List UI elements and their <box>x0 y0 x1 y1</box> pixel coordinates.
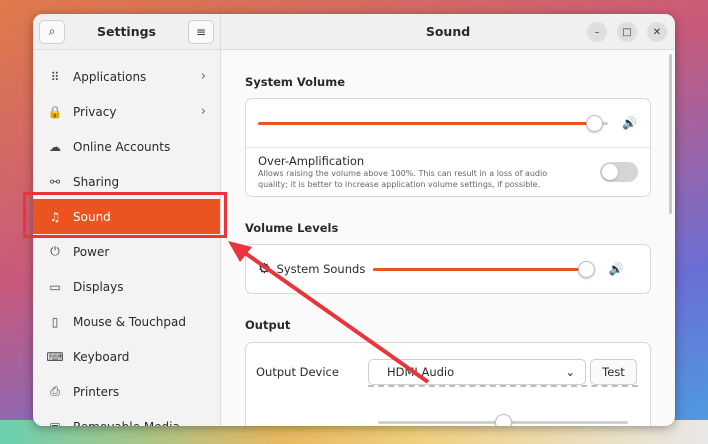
settings-window: ⌕ Settings ≡ ⠿ Applications › 🔒 Privacy › ☁ Onl… <box>33 14 675 426</box>
sound-panel: Sound – □ ✕ System Volume 🔊 Over-Amplifi… <box>221 14 675 426</box>
system-volume-card: 🔊 Over-Amplification Allows raising the … <box>245 98 651 197</box>
sidebar-item-label: Removable Media <box>73 420 180 427</box>
minimize-button[interactable]: – <box>587 22 607 42</box>
output-card: Output Device HDMI Audio ⌄ Test <box>245 342 651 426</box>
printer-icon: ⎙ <box>50 384 60 398</box>
minimize-icon: – <box>594 26 600 38</box>
over-amplification-desc-line2: quality; it is better to increase applic… <box>258 180 541 189</box>
over-amplification-row: Over-Amplification Allows raising the vo… <box>246 148 650 196</box>
system-sounds-row: ⚙ System Sounds 🔊 <box>246 245 650 293</box>
hamburger-menu-icon: ≡ <box>195 24 207 39</box>
sidebar-item-applications[interactable]: ⠿ Applications › <box>33 59 220 94</box>
sidebar-item-label: Online Accounts <box>73 139 171 154</box>
toggle-knob <box>602 164 618 180</box>
sidebar-header: ⌕ Settings ≡ <box>33 14 220 50</box>
media-icon: ▣ <box>45 420 65 427</box>
chevron-down-icon: ⌄ <box>565 365 575 379</box>
close-icon: ✕ <box>652 26 662 38</box>
system-volume-knob[interactable] <box>586 114 603 132</box>
sidebar-nav: ⠿ Applications › 🔒 Privacy › ☁ Online Accounts ⚯… <box>33 50 220 426</box>
sound-settings-body: System Volume 🔊 Over-Amplification Allow… <box>221 75 675 426</box>
share-icon: ⚯ <box>49 174 61 189</box>
dashed-separator <box>368 385 638 387</box>
system-sounds-label: System Sounds <box>276 262 366 276</box>
output-heading: Output <box>245 318 291 332</box>
window-controls: – □ ✕ <box>587 22 667 42</box>
sidebar-item-label: Printers <box>73 384 120 399</box>
sidebar-item-online-accounts[interactable]: ☁ Online Accounts <box>33 129 220 164</box>
grid-icon: ⠿ <box>50 69 60 84</box>
sidebar-item-removable-media[interactable]: ▣ Removable Media <box>33 409 220 427</box>
system-sounds-fill <box>372 267 586 271</box>
sidebar-item-keyboard[interactable]: ⌨ Keyboard <box>33 339 220 374</box>
system-sounds-slider[interactable] <box>372 260 595 278</box>
display-icon: ▭ <box>49 279 61 294</box>
over-amplification-title: Over-Amplification <box>258 154 365 168</box>
menu-button[interactable]: ≡ <box>187 19 214 44</box>
output-device-dropdown[interactable]: HDMI Audio ⌄ <box>368 359 586 385</box>
sidebar: ⌕ Settings ≡ ⠿ Applications › 🔒 Privacy › ☁ Onl… <box>33 14 221 426</box>
output-device-label: Output Device <box>256 365 339 379</box>
system-volume-heading: System Volume <box>245 75 345 89</box>
system-volume-slider[interactable] <box>258 114 608 132</box>
balance-knob[interactable] <box>495 414 512 426</box>
sidebar-item-label: Keyboard <box>73 349 130 364</box>
chevron-right-icon: › <box>200 104 206 119</box>
over-amplification-desc-line1: Allows raising the volume above 100%. Th… <box>258 169 548 178</box>
sidebar-item-sound[interactable]: ♫ Sound <box>33 199 220 234</box>
test-button[interactable]: Test <box>590 359 637 385</box>
sidebar-item-sharing[interactable]: ⚯ Sharing <box>33 164 220 199</box>
close-button[interactable]: ✕ <box>647 22 667 42</box>
keyboard-icon: ⌨ <box>46 349 64 364</box>
output-device-row: Output Device HDMI Audio ⌄ Test <box>246 343 650 401</box>
chevron-right-icon: › <box>200 69 206 84</box>
maximize-icon: □ <box>622 26 632 38</box>
speaker-icon: 🔊 <box>622 116 637 130</box>
music-note-icon: ♫ <box>49 209 61 224</box>
cloud-icon: ☁ <box>49 139 61 154</box>
search-icon: ⌕ <box>48 24 56 38</box>
over-amplification-toggle[interactable] <box>600 162 638 182</box>
sidebar-item-mouse-touchpad[interactable]: ▯ Mouse & Touchpad <box>33 304 220 339</box>
sidebar-item-label: Privacy <box>73 104 117 119</box>
balance-slider[interactable] <box>378 414 628 426</box>
system-sounds-knob[interactable] <box>577 260 595 278</box>
sidebar-item-power[interactable]: ⏻ Power <box>33 234 220 269</box>
page-title: Sound <box>425 24 471 39</box>
sidebar-title: Settings <box>96 24 156 39</box>
sidebar-item-label: Sound <box>73 209 111 224</box>
sidebar-item-label: Power <box>73 244 110 259</box>
sidebar-item-label: Applications <box>73 69 147 84</box>
maximize-button[interactable]: □ <box>617 22 637 42</box>
output-device-value: HDMI Audio <box>387 365 455 379</box>
lock-icon: 🔒 <box>47 104 63 119</box>
sidebar-item-printers[interactable]: ⎙ Printers <box>33 374 220 409</box>
sidebar-item-displays[interactable]: ▭ Displays <box>33 269 220 304</box>
system-volume-fill <box>258 121 594 125</box>
sidebar-item-label: Sharing <box>73 174 120 189</box>
content-header: Sound – □ ✕ <box>221 14 675 50</box>
sidebar-item-label: Displays <box>73 279 124 294</box>
scrollbar[interactable] <box>669 54 672 214</box>
sidebar-item-label: Mouse & Touchpad <box>73 314 186 329</box>
system-sounds-gear-icon: ⚙ <box>258 261 271 277</box>
system-volume-row: 🔊 <box>246 99 650 147</box>
volume-levels-card: ⚙ System Sounds 🔊 <box>245 244 651 294</box>
sidebar-item-privacy[interactable]: 🔒 Privacy › <box>33 94 220 129</box>
search-button[interactable]: ⌕ <box>39 19 65 44</box>
power-icon: ⏻ <box>50 244 60 258</box>
mouse-icon: ▯ <box>51 314 59 329</box>
speaker-icon: 🔊 <box>608 262 624 276</box>
volume-levels-heading: Volume Levels <box>245 221 339 235</box>
